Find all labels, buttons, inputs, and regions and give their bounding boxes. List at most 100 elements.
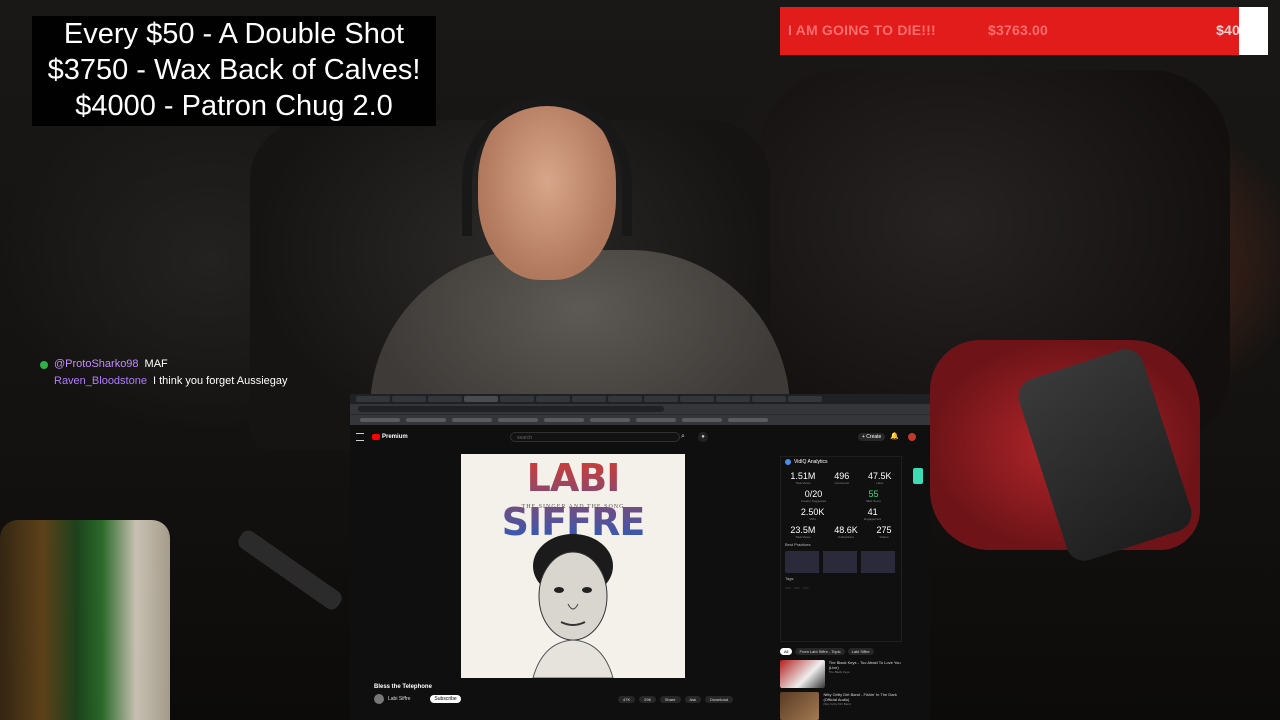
download-button[interactable]: Download (705, 696, 733, 703)
browser-tab[interactable] (392, 396, 426, 402)
microphone-icon[interactable]: ● (698, 432, 708, 442)
chat-username: @ProtoSharko98 (54, 358, 139, 370)
vidiq-panel: VidIQ Analytics 1.51M Total Views 496 Comm… (780, 456, 902, 642)
recommended-video[interactable]: The Black Keys - Too Afraid To Love You … (780, 660, 906, 688)
channel-name[interactable]: Labi Siffre (388, 696, 410, 702)
channel-avatar[interactable] (374, 694, 384, 704)
search-icon[interactable]: ⌕ (676, 432, 690, 442)
bookmark[interactable] (498, 418, 538, 422)
browser-tab[interactable] (500, 396, 534, 402)
share-button[interactable]: Share (659, 696, 681, 703)
stat: 41 Engagement (864, 507, 882, 521)
stat: 0/20 Creator Suggested (800, 489, 827, 503)
liquor-bottles (0, 520, 170, 720)
chat-badge-icon (40, 360, 48, 369)
stat: 47.5K Likes (868, 471, 892, 485)
video-title: Bless the Telephone (374, 684, 432, 690)
ask-button[interactable]: Ask (684, 696, 702, 703)
browser-tab[interactable] (788, 396, 822, 402)
recommended-video[interactable]: Nitty Gritty Dirt Band - Fishin' In The … (780, 692, 906, 720)
album-subtitle: THE SINGER AND THE SONG (521, 504, 625, 510)
chat-message: @ProtoSharko98 MAF (40, 356, 288, 373)
goal-line-1: Every $50 - A Double Shot (63, 18, 405, 50)
youtube-search-input[interactable]: search (510, 432, 680, 442)
rec-title: The Black Keys - Too Afraid To Love You … (828, 660, 901, 670)
tag[interactable] (785, 587, 791, 589)
address-bar[interactable] (350, 404, 930, 414)
bookmark[interactable] (636, 418, 676, 422)
browser-tab[interactable] (428, 396, 462, 402)
extension-toggle-icon[interactable] (913, 468, 923, 484)
bookmark[interactable] (590, 418, 630, 422)
browser-tab-active[interactable] (464, 396, 498, 402)
youtube-logo[interactable]: Premium (372, 434, 408, 440)
stat: 2.50K VPH (800, 507, 825, 521)
browser-tab-strip[interactable] (350, 394, 930, 404)
chat-message: Raven_Bloodstone I think you forget Auss… (40, 373, 288, 390)
browser-tab[interactable] (356, 396, 390, 402)
browser-tab[interactable] (644, 396, 678, 402)
best-practices-grid (785, 551, 897, 573)
stats-row: 1.51M Total Views 496 Comments 47.5K Likes (781, 471, 901, 485)
like-button[interactable]: 47K (618, 696, 636, 703)
browser-tab[interactable] (536, 396, 570, 402)
bookmark[interactable] (544, 418, 584, 422)
browser-tab[interactable] (716, 396, 750, 402)
tags-heading: Tags (785, 576, 794, 581)
bookmark[interactable] (452, 418, 492, 422)
donation-goal-label: I AM GOING TO DIE!!! (788, 22, 936, 38)
microphone-arm (235, 527, 345, 613)
chat-text: MAF (144, 358, 168, 370)
url-field[interactable] (358, 406, 664, 412)
rec-title: Nitty Gritty Dirt Band - Fishin' In The … (823, 692, 897, 702)
stat: 48.6K Subscribers (834, 525, 858, 539)
bookmark[interactable] (406, 418, 446, 422)
subscribe-button[interactable]: Subscribe (430, 695, 461, 703)
browser-tab[interactable] (680, 396, 714, 402)
vidiq-header: VidIQ Analytics (781, 457, 901, 467)
goals-overlay: Every $50 - A Double Shot $3750 - Wax Ba… (32, 16, 436, 126)
bookmarks-bar (350, 414, 930, 425)
channel-row: Labi Siffre Subscribe (374, 694, 461, 704)
stats-row: 0/20 Creator Suggested 55 SEO Score (781, 489, 901, 503)
chat-text: I think you forget Aussiegay (152, 375, 288, 387)
stat: 1.51M Total Views (790, 471, 816, 485)
album-cover-video[interactable]: LABI SIFFRE THE SINGER AND THE SONG (461, 454, 685, 678)
donation-remaining (1238, 7, 1268, 55)
rec-channel: The Black Keys (828, 670, 850, 674)
donation-current-amount: $3763.00 (988, 22, 1048, 38)
video-thumbnail[interactable] (780, 692, 820, 720)
vidiq-logo-icon (785, 459, 791, 465)
chip-all[interactable]: All (780, 648, 793, 655)
browser-tab[interactable] (752, 396, 786, 402)
best-practices-heading: Best Practices (785, 542, 811, 547)
chip-topic[interactable]: From Labi Siffre - Topic (795, 648, 845, 655)
youtube-header: Premium search ⌕ ● + Create 🔔 (350, 428, 930, 446)
rec-channel: Nitty Gritty Dirt Band (823, 702, 851, 706)
stat: 275 Videos (876, 525, 892, 539)
stats-row: 23.5M Total Views 48.6K Subscribers 275 Vid… (781, 525, 901, 539)
bookmark[interactable] (728, 418, 768, 422)
account-avatar[interactable] (908, 433, 916, 441)
goal-line-2: $3750 - Wax Back of Calves! (47, 54, 421, 86)
video-thumbnail[interactable] (780, 660, 825, 688)
bookmark[interactable] (360, 418, 400, 422)
headphones (462, 96, 632, 236)
goal-line-3: $4000 - Patron Chug 2.0 (75, 90, 393, 122)
browser-window: Premium search ⌕ ● + Create 🔔 LABI SIFFR… (350, 394, 930, 720)
youtube-play-icon (372, 434, 380, 440)
bookmark[interactable] (682, 418, 722, 422)
hamburger-menu-icon[interactable] (356, 433, 364, 441)
tag[interactable] (794, 587, 800, 589)
bell-icon[interactable]: 🔔 (890, 432, 899, 440)
chip-artist[interactable]: Labi Siffre (847, 648, 874, 655)
dislike-button[interactable]: 296 (639, 696, 656, 703)
tag[interactable] (803, 587, 809, 589)
create-button[interactable]: + Create (858, 433, 886, 441)
chat-username: Raven_Bloodstone (54, 375, 147, 387)
stat: 55 SEO Score (866, 489, 882, 503)
browser-tab[interactable] (572, 396, 606, 402)
browser-tab[interactable] (608, 396, 642, 402)
stat: 23.5M Total Views (790, 525, 816, 539)
chat-overlay: @ProtoSharko98 MAF Raven_Bloodstone I th… (40, 356, 288, 390)
